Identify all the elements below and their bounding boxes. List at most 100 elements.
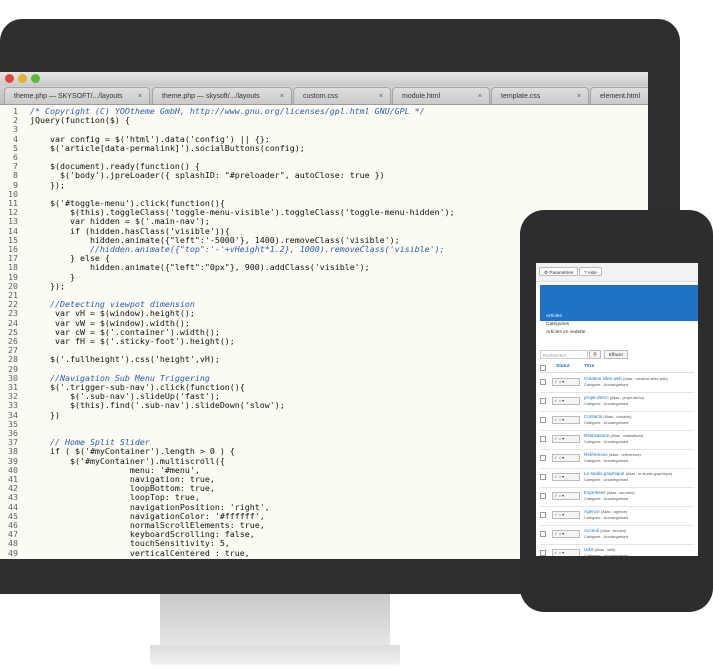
line-source: }) <box>30 409 60 420</box>
article-title[interactable]: Réalisations (Alias : realisations) <box>584 433 643 438</box>
article-title[interactable]: Acceuil (Alias : accueil) <box>584 528 626 533</box>
article-title[interactable]: Références (Alias : references) <box>584 452 641 457</box>
article-alias: (Alias : utkit) <box>594 548 616 552</box>
article-title[interactable]: Création sites web (Alias : creation-sit… <box>584 376 668 381</box>
submenu-item-articles[interactable]: Articles <box>540 313 698 321</box>
editor-tab[interactable]: module.html × <box>392 87 490 104</box>
table-row[interactable]: ✓ ○ ▾ Références (Alias : references) Caté… <box>540 449 694 469</box>
tab-label: module.html <box>402 93 441 100</box>
status-control[interactable]: ✓ ○ ▾ <box>552 435 580 443</box>
editor-tab[interactable]: theme.php — SKYSOFT/.../layouts × <box>4 87 150 104</box>
parameters-button[interactable]: ⚙ Paramètres <box>539 267 579 276</box>
row-checkbox[interactable] <box>540 398 546 404</box>
article-title[interactable]: Le studio graphique (Alias : le-studio-g… <box>584 471 672 476</box>
monitor-stand <box>160 594 390 649</box>
line-source: $('body').jpreLoader({ splashID: "#prelo… <box>30 170 385 181</box>
article-category: Catégorie : Uncategorised <box>584 535 629 539</box>
article-category: Catégorie : Uncategorised <box>584 402 629 406</box>
tab-label: custom.css <box>303 93 339 100</box>
table-row[interactable]: ✓ ○ ▾ Contacts (Alias : contacts) Catégori… <box>540 411 694 431</box>
close-window-button[interactable] <box>5 74 14 83</box>
line-source: hidden.animate({"left":"0px"}, 900).addC… <box>30 262 370 273</box>
article-title-text: Expertises <box>584 490 606 495</box>
admin-toolbar: ⚙ Paramètres ? Aide <box>536 263 698 282</box>
table-row[interactable]: ✓ ○ ▾ Expertises (Alias : services) Catégo… <box>540 487 694 507</box>
submenu-item-featured[interactable]: Articles en vedette <box>540 329 698 337</box>
article-title-text: Acceuil <box>584 528 599 533</box>
line-source: jQuery(function($) { <box>30 115 130 126</box>
monitor-base <box>150 645 400 665</box>
table-row[interactable]: ✓ ○ ▾ projet-demo (Alias : projet-demo) Ca… <box>540 392 694 412</box>
help-button[interactable]: ? Aide <box>579 267 602 276</box>
table-row[interactable]: ✓ ○ ▾ Le studio graphique (Alias : le-stu… <box>540 468 694 488</box>
article-title[interactable]: Expertises (Alias : services) <box>584 490 635 495</box>
tab-close-icon[interactable]: × <box>577 88 581 104</box>
article-title[interactable]: Utkit (Alias : utkit) <box>584 547 615 552</box>
row-checkbox[interactable] <box>540 531 546 537</box>
line-source: $(this).find('.sub-nav').slideDown('slow… <box>30 400 285 411</box>
article-alias: (Alias : le-studio-graphique) <box>625 472 673 476</box>
status-control[interactable]: ✓ ○ ▾ <box>552 511 580 519</box>
article-title[interactable]: Contacts (Alias : contacts) <box>584 414 632 419</box>
phone-screen: ⚙ Paramètres ? Aide Articles Catégories … <box>536 263 698 556</box>
clear-button[interactable]: Effacer <box>604 350 628 359</box>
tab-close-icon[interactable]: × <box>138 88 142 104</box>
article-category: Catégorie : Uncategorised <box>584 421 629 425</box>
column-status[interactable]: Statut <box>556 364 570 369</box>
editor-tab[interactable]: template.css × <box>491 87 589 104</box>
status-control[interactable]: ✓ ○ ▾ <box>552 397 580 405</box>
articles-table-header: Statut Titre <box>540 363 694 373</box>
article-title[interactable]: projet-demo (Alias : projet-demo) <box>584 395 644 400</box>
select-all-checkbox[interactable] <box>540 365 546 371</box>
search-input[interactable]: Rechercher <box>540 350 588 359</box>
editor-tab[interactable]: element.html <box>590 87 648 104</box>
article-alias: (Alias : contacts) <box>603 415 632 419</box>
article-category: Catégorie : Uncategorised <box>584 478 629 482</box>
mobile-phone: ⚙ Paramètres ? Aide Articles Catégories … <box>520 210 713 612</box>
row-checkbox[interactable] <box>540 379 546 385</box>
table-row[interactable]: ✓ ○ ▾ Acceuil (Alias : accueil) Catégorie … <box>540 525 694 545</box>
status-control[interactable]: ✓ ○ ▾ <box>552 473 580 481</box>
editor-tab[interactable]: custom.css × <box>293 87 391 104</box>
minimize-window-button[interactable] <box>18 74 27 83</box>
status-control[interactable]: ✓ ○ ▾ <box>552 530 580 538</box>
status-control[interactable]: ✓ ○ ▾ <box>552 454 580 462</box>
tab-close-icon[interactable]: × <box>478 88 482 104</box>
row-checkbox[interactable] <box>540 512 546 518</box>
zoom-window-button[interactable] <box>31 74 40 83</box>
row-checkbox[interactable] <box>540 455 546 461</box>
tab-close-icon[interactable]: × <box>379 88 383 104</box>
articles-submenu: Articles Catégories Articles en vedette <box>540 313 698 337</box>
article-alias: (Alias : services) <box>606 491 635 495</box>
table-row[interactable]: ✓ ○ ▾ Réalisations (Alias : realisations)… <box>540 430 694 450</box>
editor-tab-bar: theme.php — SKYSOFT/.../layouts × theme.p… <box>0 86 648 105</box>
status-control[interactable]: ✓ ○ ▾ <box>552 416 580 424</box>
article-title-text: Création sites web <box>584 376 622 381</box>
row-checkbox[interactable] <box>540 493 546 499</box>
search-button[interactable]: ⚲ <box>589 350 601 359</box>
article-alias: (Alias : creation-sites-web) <box>623 377 668 381</box>
row-checkbox[interactable] <box>540 417 546 423</box>
article-title-text: projet-demo <box>584 395 609 400</box>
article-title-text: Utkit <box>584 547 594 552</box>
article-title-text: Contacts <box>584 414 603 419</box>
tab-close-icon[interactable]: × <box>280 88 284 104</box>
table-row[interactable]: ✓ ○ ▾ Création sites web (Alias : creatio… <box>540 373 694 393</box>
status-control[interactable]: ✓ ○ ▾ <box>552 378 580 386</box>
article-title[interactable]: Agence (Alias : agence) <box>584 509 627 514</box>
column-title[interactable]: Titre <box>584 364 594 369</box>
editor-tab[interactable]: theme.php — skysoft/.../layouts × <box>152 87 292 104</box>
parameters-label: Paramètres <box>549 270 574 275</box>
status-control[interactable]: ✓ ○ ▾ <box>552 549 580 556</box>
article-alias: (Alias : references) <box>608 453 641 457</box>
tab-label: template.css <box>501 93 541 100</box>
status-control[interactable]: ✓ ○ ▾ <box>552 492 580 500</box>
row-checkbox[interactable] <box>540 436 546 442</box>
row-checkbox[interactable] <box>540 474 546 480</box>
table-row[interactable]: ✓ ○ ▾ Utkit (Alias : utkit) Catégorie : Un… <box>540 544 694 556</box>
table-row[interactable]: ✓ ○ ▾ Agence (Alias : agence) Catégorie : … <box>540 506 694 526</box>
article-category: Catégorie : Uncategorised <box>584 440 629 444</box>
row-checkbox[interactable] <box>540 550 546 556</box>
submenu-item-categories[interactable]: Catégories <box>540 321 698 329</box>
tab-label: theme.php — SKYSOFT/.../layouts <box>14 93 123 100</box>
